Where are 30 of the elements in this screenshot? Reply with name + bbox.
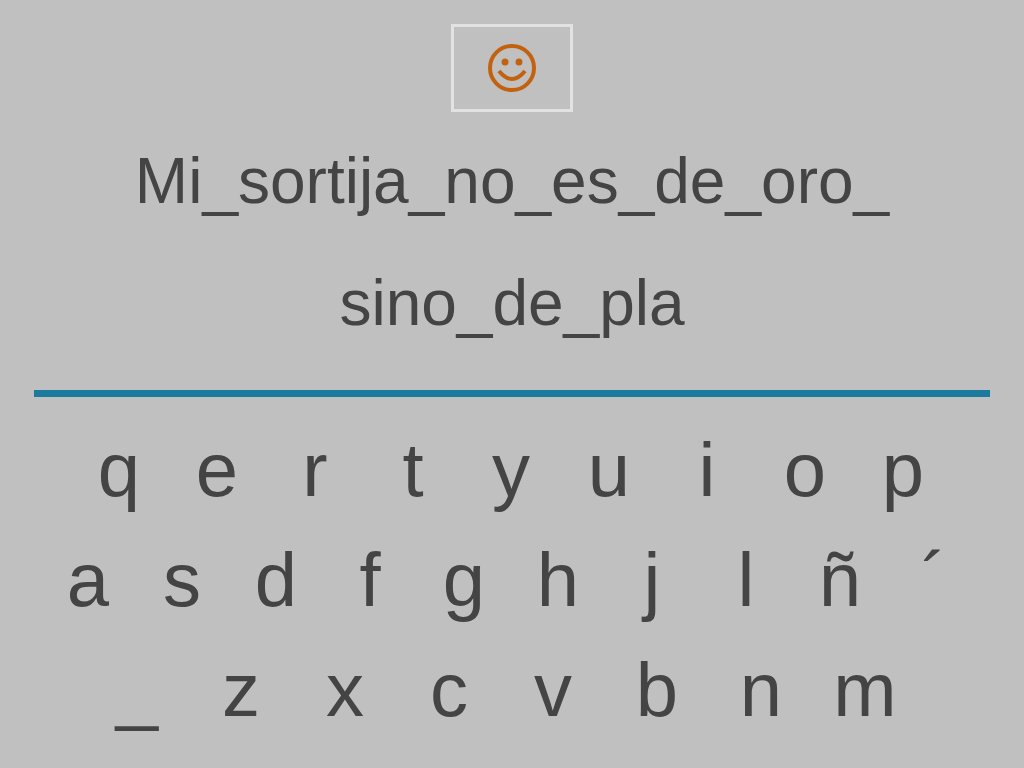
letter-key[interactable]: l [699,535,793,625]
letter-key[interactable]: n [709,645,813,735]
letter-key[interactable]: ñ [793,535,887,625]
letter-key[interactable]: i [658,425,756,515]
letter-key[interactable]: q [70,425,168,515]
letter-key[interactable]: h [511,535,605,625]
letter-key[interactable]: d [229,535,323,625]
letter-key[interactable]: _ [85,645,189,735]
letter-key[interactable]: z [189,645,293,735]
letter-key[interactable]: a [41,535,135,625]
letter-key[interactable]: o [756,425,854,515]
letter-key[interactable]: m [813,645,917,735]
letter-key[interactable]: b [605,645,709,735]
letter-key[interactable]: ´ [887,535,981,625]
letter-key[interactable]: j [605,535,699,625]
letter-key[interactable]: s [135,535,229,625]
letter-key[interactable]: g [417,535,511,625]
letter-key[interactable]: y [462,425,560,515]
letter-key[interactable]: x [293,645,397,735]
letter-key[interactable]: f [323,535,417,625]
smiley-icon [487,43,537,93]
letter-key[interactable]: t [364,425,462,515]
letter-key[interactable]: e [168,425,266,515]
letter-key[interactable]: p [854,425,952,515]
letter-key[interactable]: c [397,645,501,735]
letter-key[interactable]: u [560,425,658,515]
sentence-text: Mi_sortija_no_es_de_oro_ [134,144,890,218]
sentence-text: sino_de_pla [339,266,685,340]
letter-key[interactable]: v [501,645,605,735]
letter-key[interactable]: r [266,425,364,515]
